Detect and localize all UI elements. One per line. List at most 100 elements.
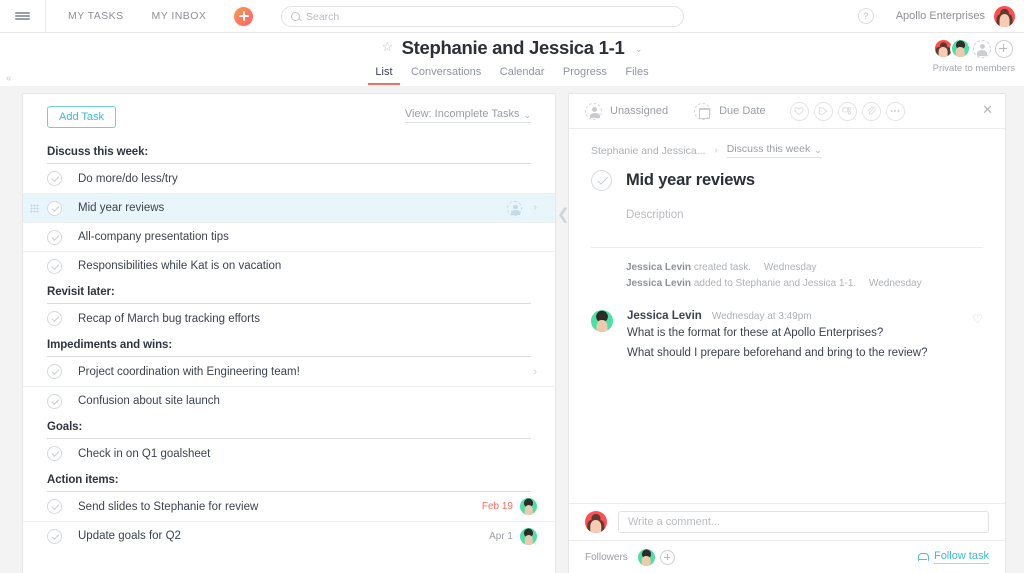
- tab-list[interactable]: List: [368, 66, 400, 85]
- task-detail-toolbar: Unassigned Due Date ✕: [569, 94, 1005, 129]
- task-title[interactable]: Mid year reviews: [626, 171, 755, 190]
- task-due-date[interactable]: Apr 1: [489, 531, 513, 542]
- task-name: Responsibilities while Kat is on vacatio…: [78, 260, 282, 272]
- task-row[interactable]: Update goals for Q2 Apr 1: [23, 521, 555, 550]
- assignee-button[interactable]: Unassigned: [585, 102, 669, 120]
- activity-item: Jessica Levin added to Stephanie and Jes…: [626, 276, 983, 292]
- task-complete-checkbox[interactable]: [47, 200, 62, 216]
- task-complete-checkbox[interactable]: [47, 311, 62, 326]
- avatar-follower[interactable]: [637, 548, 655, 566]
- task-name: Update goals for Q2: [78, 530, 181, 542]
- task-name: Confusion about site launch: [78, 395, 220, 407]
- task-complete-checkbox[interactable]: [47, 258, 62, 274]
- task-row[interactable]: Do more/do less/try: [23, 164, 555, 193]
- avatar-assignee[interactable]: [520, 527, 537, 545]
- attachment-icon[interactable]: [861, 101, 881, 121]
- section-header: Action items:: [47, 468, 531, 492]
- activity-action: created task.: [693, 262, 752, 273]
- help-icon[interactable]: ?: [857, 8, 874, 24]
- task-row[interactable]: Recap of March bug tracking efforts: [23, 304, 555, 333]
- task-name: Check in on Q1 goalsheet: [78, 447, 211, 460]
- chevron-right-icon[interactable]: ›: [533, 366, 537, 378]
- project-title-block: ☆ Stephanie and Jessica 1-1 ⌄: [0, 37, 1024, 59]
- task-complete-checkbox[interactable]: [47, 446, 62, 461]
- task-row[interactable]: Mid year reviews ›: [23, 193, 555, 222]
- hamburger-icon[interactable]: [0, 0, 46, 32]
- comment-input[interactable]: [618, 511, 989, 533]
- assignee-label: Unassigned: [610, 105, 669, 117]
- drag-handle-icon[interactable]: [30, 204, 39, 213]
- subtask-icon[interactable]: [837, 101, 857, 121]
- task-row[interactable]: Confusion about site launch: [23, 386, 555, 415]
- breadcrumb-section-label: Discuss this week: [726, 143, 811, 155]
- chevron-right-icon: ›: [714, 145, 718, 156]
- avatar-comment-author[interactable]: [591, 310, 613, 332]
- task-complete-checkbox[interactable]: [47, 364, 62, 379]
- task-row[interactable]: All-company presentation tips: [23, 222, 555, 251]
- quick-add-plus-icon[interactable]: [234, 6, 254, 26]
- heart-icon[interactable]: ♡: [972, 312, 983, 326]
- add-follower-icon[interactable]: [659, 549, 675, 565]
- task-complete-checkbox[interactable]: [47, 229, 62, 245]
- collapse-sidebar-icon[interactable]: «: [6, 73, 12, 84]
- comment-text-line-2: What should I prepare beforehand and bri…: [627, 347, 928, 359]
- person-dashed-icon: [585, 102, 602, 120]
- section-header: Discuss this week:: [47, 140, 531, 164]
- activity-actor: Jessica Levin: [626, 278, 692, 289]
- heart-icon[interactable]: [789, 101, 809, 121]
- search-container: [281, 6, 684, 27]
- tag-icon[interactable]: [813, 101, 833, 121]
- task-complete-checkbox[interactable]: [47, 171, 62, 186]
- person-dashed-icon[interactable]: [972, 39, 991, 58]
- task-row[interactable]: Check in on Q1 goalsheet: [23, 439, 555, 468]
- task-due-date[interactable]: Feb 19: [482, 501, 513, 512]
- followers-bar: Followers Follow task: [569, 540, 1005, 573]
- task-name: Recap of March bug tracking efforts: [78, 312, 260, 325]
- search-box[interactable]: [281, 6, 684, 27]
- tab-progress[interactable]: Progress: [556, 66, 614, 83]
- chevron-right-icon[interactable]: ›: [533, 202, 537, 214]
- nav-my-inbox[interactable]: MY INBOX: [138, 0, 221, 32]
- nav-my-tasks[interactable]: MY TASKS: [54, 0, 138, 32]
- task-complete-checkbox[interactable]: [47, 499, 62, 514]
- task-row[interactable]: Responsibilities while Kat is on vacatio…: [23, 251, 555, 280]
- task-row[interactable]: Project coordination with Engineering te…: [23, 357, 555, 386]
- view-filter-dropdown[interactable]: View: Incomplete Tasks ⌄: [404, 108, 531, 123]
- star-outline-icon[interactable]: ☆: [382, 39, 394, 55]
- task-complete-checkbox-large[interactable]: [591, 170, 612, 191]
- avatar-assignee[interactable]: [520, 498, 537, 515]
- comment-author: Jessica Levin: [627, 310, 702, 322]
- avatar-member-2[interactable]: [949, 38, 971, 59]
- search-input[interactable]: [306, 10, 626, 23]
- close-icon[interactable]: ✕: [982, 103, 993, 116]
- tab-files[interactable]: Files: [618, 66, 655, 83]
- organization-name[interactable]: Apollo Enterprises: [896, 10, 985, 22]
- activity-action: added to Stephanie and Jessica 1-1.: [693, 278, 857, 289]
- breadcrumb-section[interactable]: Discuss this week ⌄: [726, 143, 822, 158]
- task-list-toolbar: Add Task View: Incomplete Tasks ⌄: [23, 94, 555, 140]
- chevron-down-icon[interactable]: ⌄: [635, 44, 643, 55]
- task-name: Project coordination with Engineering te…: [78, 365, 300, 378]
- task-complete-checkbox[interactable]: [47, 393, 62, 409]
- follow-task-button[interactable]: Follow task: [917, 550, 989, 564]
- task-detail-panel: Unassigned Due Date ✕ Stephanie and Jess…: [568, 93, 1006, 573]
- avatar-current-user[interactable]: [994, 5, 1015, 27]
- assignee-dashed-icon[interactable]: [507, 200, 523, 216]
- tab-conversations[interactable]: Conversations: [404, 66, 488, 83]
- add-task-button[interactable]: Add Task: [47, 106, 117, 128]
- task-complete-checkbox[interactable]: [47, 528, 62, 544]
- calendar-dashed-icon: [694, 102, 712, 120]
- breadcrumb-project[interactable]: Stephanie and Jessica...: [591, 145, 705, 157]
- section-header: Revisit later:: [47, 280, 531, 304]
- add-member-icon[interactable]: [994, 39, 1013, 58]
- follow-task-label: Follow task: [933, 550, 989, 564]
- task-description-input[interactable]: Description: [569, 191, 1005, 221]
- search-icon: [291, 12, 300, 21]
- section-header: Goals:: [47, 415, 531, 439]
- more-icon[interactable]: [885, 101, 905, 121]
- due-date-button[interactable]: Due Date: [694, 102, 766, 120]
- task-row[interactable]: Send slides to Stephanie for review Feb …: [23, 492, 555, 521]
- tab-calendar[interactable]: Calendar: [493, 66, 552, 83]
- task-name: Do more/do less/try: [78, 172, 178, 185]
- panel-splitter[interactable]: ❮: [556, 93, 570, 573]
